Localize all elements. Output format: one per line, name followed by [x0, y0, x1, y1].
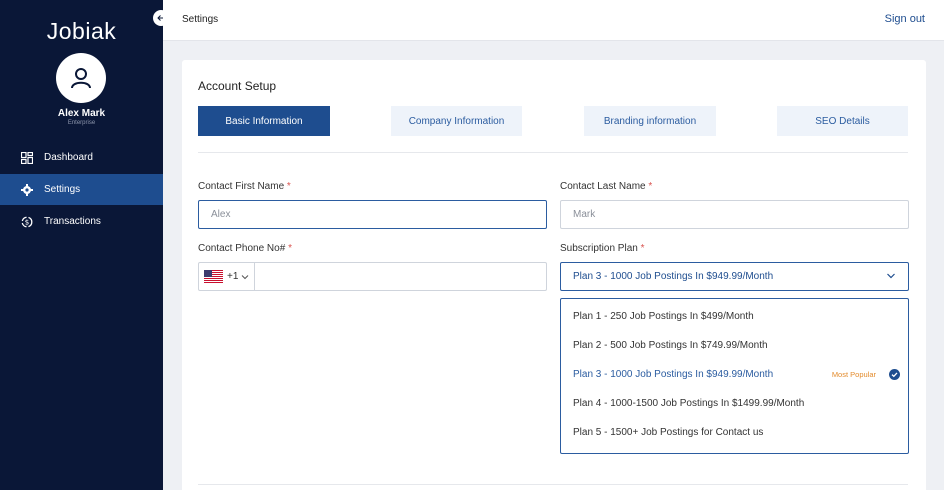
first-name-placeholder: Alex: [211, 209, 231, 220]
sidebar-item-dashboard[interactable]: Dashboard: [0, 142, 163, 173]
sidebar-item-label: Transactions: [44, 216, 101, 227]
last-name-placeholder: Mark: [573, 209, 596, 220]
user-name: Alex Mark: [57, 108, 106, 119]
option-label: Plan 3 - 1000 Job Postings In $949.99/Mo…: [573, 368, 774, 380]
phone-label: Contact Phone No# *: [198, 243, 292, 254]
subscription-plan-select[interactable]: Plan 3 - 1000 Job Postings In $949.99/Mo…: [560, 262, 909, 291]
subscription-plan-value: Plan 3 - 1000 Job Postings In $949.99/Mo…: [573, 271, 774, 282]
phone-field[interactable]: +1: [198, 262, 547, 291]
last-name-label: Contact Last Name *: [560, 181, 653, 192]
option-label: Plan 4 - 1000-1500 Job Postings In $1499…: [573, 397, 805, 409]
option-label: Plan 1 - 250 Job Postings In $499/Month: [573, 310, 754, 322]
user-icon: [71, 68, 91, 89]
chevron-down-icon: [887, 273, 895, 279]
check-circle-icon: [889, 369, 900, 380]
arrow-left-icon: [157, 15, 163, 21]
top-bar: Settings Sign out: [163, 0, 944, 41]
transactions-icon: $: [20, 215, 34, 229]
tab-branding-information[interactable]: Branding information: [584, 106, 716, 136]
user-role: Enterprise: [67, 120, 96, 126]
subscription-plan-label: Subscription Plan *: [560, 243, 645, 254]
plan-option-4[interactable]: Plan 4 - 1000-1500 Job Postings In $1499…: [561, 389, 908, 417]
collapse-sidebar-button[interactable]: [153, 10, 169, 26]
page-title: Settings: [182, 14, 219, 25]
option-label: Plan 2 - 500 Job Postings In $749.99/Mon…: [573, 339, 768, 351]
plan-option-2[interactable]: Plan 2 - 500 Job Postings In $749.99/Mon…: [561, 331, 908, 359]
plan-option-5[interactable]: Plan 5 - 1500+ Job Postings for Contact …: [561, 418, 908, 446]
tab-seo-details[interactable]: SEO Details: [777, 106, 908, 136]
sidebar-item-settings[interactable]: Settings: [0, 174, 163, 205]
divider: [198, 152, 908, 153]
chevron-down-icon: [242, 274, 249, 279]
last-name-field[interactable]: Mark: [560, 200, 909, 229]
app-logo: Jobiak: [46, 18, 117, 44]
divider: [198, 484, 908, 485]
tab-company-information[interactable]: Company Information: [391, 106, 522, 136]
first-name-field[interactable]: Alex: [198, 200, 547, 229]
plan-option-3[interactable]: Plan 3 - 1000 Job Postings In $949.99/Mo…: [561, 360, 908, 388]
subscription-plan-dropdown: Plan 1 - 250 Job Postings In $499/Month …: [560, 298, 909, 454]
sidebar: Jobiak Alex Mark Enterprise Dashboard Se…: [0, 0, 163, 490]
gear-icon: [20, 183, 34, 197]
first-name-label: Contact First Name *: [198, 181, 291, 192]
account-setup-card: Account Setup Basic Information Company …: [182, 60, 926, 490]
country-code: +1: [227, 271, 239, 282]
country-code-select[interactable]: +1: [199, 263, 255, 290]
dashboard-icon: [20, 151, 34, 165]
sidebar-item-label: Settings: [44, 184, 81, 195]
svg-text:$: $: [25, 218, 29, 226]
card-title: Account Setup: [198, 79, 277, 93]
sidebar-item-label: Dashboard: [44, 152, 93, 163]
most-popular-badge: Most Popular: [831, 369, 876, 379]
plan-option-1[interactable]: Plan 1 - 250 Job Postings In $499/Month: [561, 302, 908, 330]
avatar[interactable]: [56, 53, 106, 103]
option-label: Plan 5 - 1500+ Job Postings for Contact …: [573, 426, 764, 438]
sign-out-link[interactable]: Sign out: [885, 13, 925, 25]
sidebar-item-transactions[interactable]: $ Transactions: [0, 206, 163, 237]
us-flag-icon: [204, 270, 223, 283]
tab-basic-information[interactable]: Basic Information: [198, 106, 330, 136]
